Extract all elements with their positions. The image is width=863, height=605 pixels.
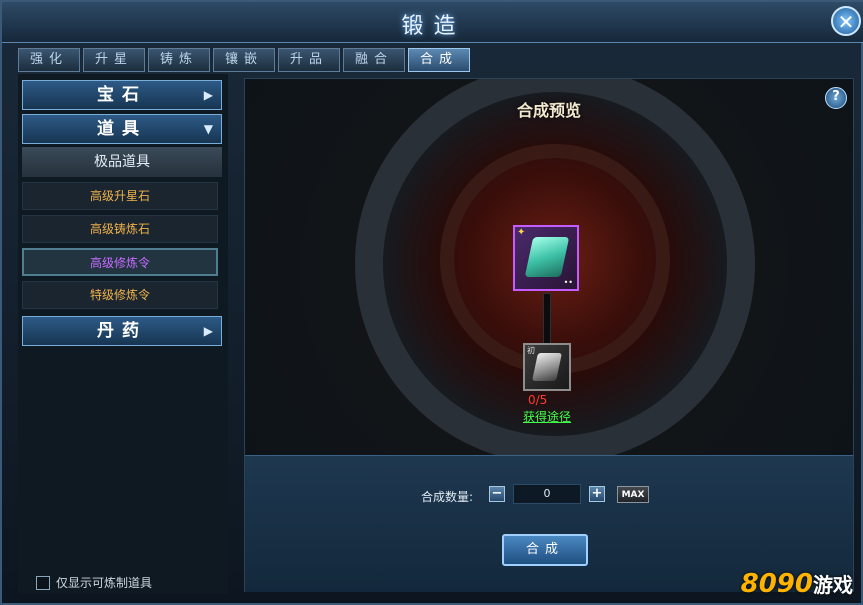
decrease-button[interactable]: − — [489, 486, 505, 502]
close-icon[interactable]: ✕ — [831, 6, 861, 36]
list-item-selected[interactable]: 高级修炼令 — [22, 248, 218, 276]
category-pills[interactable]: 丹药 ▶ — [22, 316, 222, 346]
bind-tag: 初 — [527, 346, 535, 355]
category-gems[interactable]: 宝石 ▶ — [22, 80, 222, 110]
filter-row: 仅显示可炼制道具 — [36, 574, 152, 591]
main-panel: 合成预览 ? ✦ •• 初 0/5 获得途径 合成数量: − 0 + MAX 合… — [244, 78, 854, 592]
token-icon — [524, 237, 570, 277]
window-title: 锻造 — [401, 14, 466, 39]
star-icon: ✦ — [517, 227, 526, 238]
result-item-slot[interactable]: ✦ •• — [513, 225, 579, 291]
sidebar: 宝石 ▶ 道具 ▼ 极品道具 高级升星石 高级铸炼石 高级修炼令 特级修炼令 丹… — [18, 74, 228, 594]
list-item[interactable]: 高级升星石 — [22, 182, 218, 210]
source-link[interactable]: 获得途径 — [523, 408, 571, 425]
chevron-right-icon: ▶ — [203, 88, 213, 102]
material-item-slot[interactable]: 初 — [523, 343, 571, 391]
preview-title: 合成预览 — [516, 101, 581, 120]
tab-synthesis[interactable]: 合成 — [408, 48, 470, 72]
watermark-suffix: 游戏 — [813, 573, 853, 597]
connector-line — [543, 293, 551, 345]
tab-inlay[interactable]: 镶嵌 — [213, 48, 275, 72]
subheading-premium-items: 极品道具 — [22, 147, 222, 177]
forge-window: 锻造 ✕ 强化 升星 铸炼 镶嵌 升品 融合 合成 宝石 ▶ 道具 ▼ 极品道具… — [0, 0, 863, 605]
filter-checkbox[interactable] — [36, 575, 50, 590]
material-count: 0/5 — [528, 393, 548, 407]
help-icon[interactable]: ? — [825, 87, 847, 109]
token-icon — [532, 353, 562, 381]
increase-button[interactable]: + — [589, 486, 605, 502]
tab-bar: 强化 升星 铸炼 镶嵌 升品 融合 合成 — [18, 48, 470, 72]
tab-grade-up[interactable]: 升品 — [278, 48, 340, 72]
quantity-input[interactable]: 0 — [513, 484, 581, 504]
title-bar: 锻造 ✕ — [2, 2, 863, 43]
chevron-right-icon: ▶ — [203, 324, 213, 338]
tab-fusion[interactable]: 融合 — [343, 48, 405, 72]
category-items[interactable]: 道具 ▼ — [22, 114, 222, 144]
site-watermark: 8090游戏 — [741, 569, 853, 599]
filter-label: 仅显示可炼制道具 — [56, 576, 153, 590]
synthesize-button[interactable]: 合成 — [502, 534, 588, 566]
preview-stage: 合成预览 ? ✦ •• 初 0/5 获得途径 — [245, 79, 853, 455]
list-item[interactable]: 高级铸炼石 — [22, 215, 218, 243]
list-item[interactable]: 特级修炼令 — [22, 281, 218, 309]
max-button[interactable]: MAX — [617, 486, 649, 503]
dots-icon: •• — [563, 278, 573, 287]
tab-refine[interactable]: 铸炼 — [148, 48, 210, 72]
tab-enhance[interactable]: 强化 — [18, 48, 80, 72]
tab-star-up[interactable]: 升星 — [83, 48, 145, 72]
quantity-label: 合成数量: — [421, 490, 474, 504]
watermark-number: 8090 — [740, 569, 813, 599]
category-label: 丹药 — [97, 321, 147, 341]
category-label: 道具 — [97, 119, 147, 139]
chevron-down-icon: ▼ — [203, 122, 213, 136]
category-label: 宝石 — [97, 85, 147, 105]
